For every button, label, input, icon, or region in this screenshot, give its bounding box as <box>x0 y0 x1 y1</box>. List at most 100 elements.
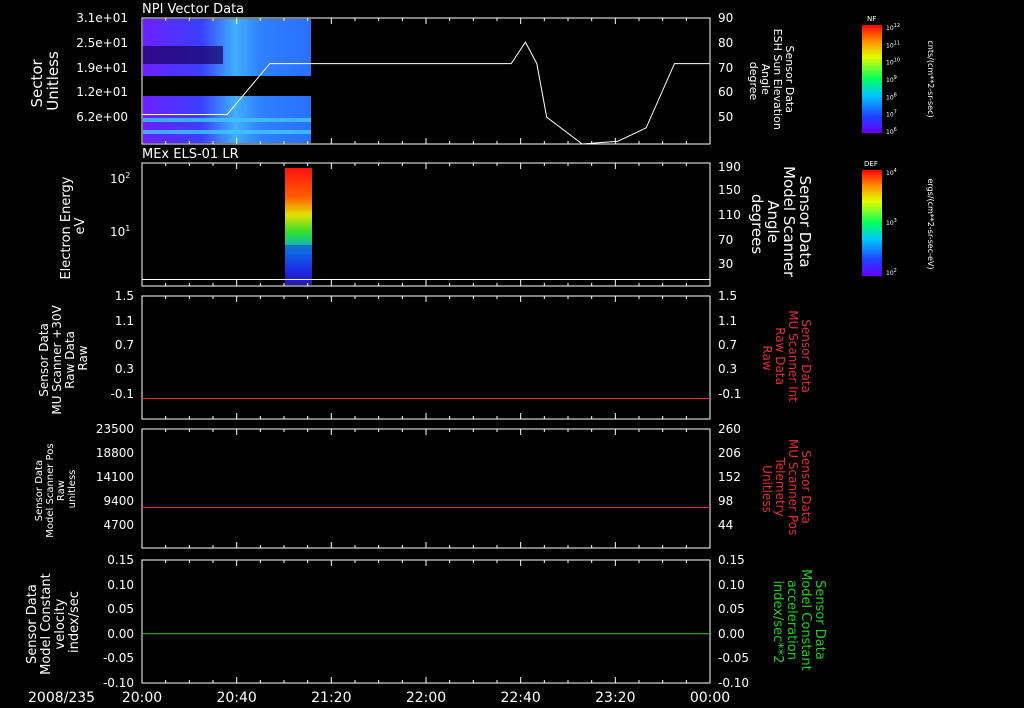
colorbar-title: NF <box>867 15 876 23</box>
label-line: MU Scanner +30V <box>50 304 64 414</box>
tick-label: 0.3 <box>718 362 737 376</box>
label-line: Sensor Data <box>34 460 45 521</box>
label-line: Raw <box>56 480 67 501</box>
left-tick-label: 3.1e+01 <box>76 11 128 25</box>
tick-label: 0.15 <box>107 553 134 567</box>
left-tick-label: 6.2e+00 <box>76 110 128 124</box>
label-line: index/sec**2 <box>770 580 785 663</box>
npi-gap <box>143 76 311 96</box>
tick-label: 0.05 <box>107 602 134 616</box>
npi-band-lower-stripe <box>143 130 311 134</box>
tick-label: 60 <box>718 85 733 99</box>
tick-label: 1.9e+01 <box>76 61 128 75</box>
label-line: Sensor Data <box>37 323 51 397</box>
tick-label: 30 <box>718 257 733 271</box>
tick-label: -0.05 <box>103 651 134 665</box>
tick-label: 190 <box>718 160 741 174</box>
tick-label: 80 <box>718 36 733 50</box>
tick-label: 0.00 <box>107 627 134 641</box>
tick-label: 0.7 <box>718 338 737 352</box>
tick-label: 0.00 <box>718 627 745 641</box>
time-tick-label: 21:20 <box>311 690 351 706</box>
tick-label: 1.5 <box>718 289 737 303</box>
tick-label: 4700 <box>103 518 134 532</box>
tick-label: 6.2e+00 <box>76 110 128 124</box>
colorbar-nf-bar <box>862 25 882 133</box>
tick-label: 0.10 <box>718 578 745 592</box>
tick-label: -0.1 <box>718 387 741 401</box>
label-line: degrees <box>748 194 766 255</box>
tick-exponent: 2 <box>125 171 130 180</box>
tick-label: -0.05 <box>718 651 749 665</box>
tick-label: 14100 <box>96 470 134 484</box>
tick-label: 3.1e+01 <box>76 11 128 25</box>
time-tick-label: 22:00 <box>406 690 446 706</box>
time-tick-label: 20:40 <box>216 690 256 706</box>
label-line: Sensor Data <box>799 319 813 393</box>
time-tick-label: 22:40 <box>500 690 540 706</box>
tick-label: 44 <box>718 518 733 532</box>
tick-label: 1.1 <box>115 314 134 328</box>
label-line: Electron Energy <box>59 176 74 279</box>
label-line: Sensor Data <box>25 584 40 664</box>
label-line: Raw <box>760 345 774 370</box>
time-tick-label: 00:00 <box>690 690 730 706</box>
tick-label: 50 <box>718 110 733 124</box>
panel-title: MEx ELS-01 LR <box>142 147 239 162</box>
label-line: Unitless <box>760 465 774 513</box>
npi-band-upper-dark <box>143 46 223 64</box>
els-spectrogram <box>285 168 312 285</box>
label-line: Raw Data <box>773 327 787 385</box>
label-line: Sensor Data <box>799 450 813 524</box>
tick-label: 1.5 <box>115 289 134 303</box>
colorbar-unit: cnts/(cm**2-sr-sec) <box>926 40 935 117</box>
label-line: unitless <box>67 470 78 509</box>
left-tick-label: 1.2e+01 <box>76 85 128 99</box>
label-line: index/sec <box>67 591 82 653</box>
panel-title: NPI Vector Data <box>142 2 244 17</box>
label-line: Telemetry <box>773 456 787 516</box>
left-axis-label: Sector Unitless <box>28 51 62 111</box>
left-tick-label: 2.5e+01 <box>76 36 128 50</box>
npi-band-lower-stripe <box>143 118 311 122</box>
label-line: eV <box>73 217 88 234</box>
tick-label: 70 <box>718 61 733 75</box>
tick-label: 260 <box>718 422 741 436</box>
colorbar-title: DEF <box>864 160 878 168</box>
tick-label: 0.10 <box>107 578 134 592</box>
label-line: Model Constant <box>798 569 813 671</box>
left-tick-label: 1.9e+01 <box>76 61 128 75</box>
tick-label: 0.15 <box>718 553 745 567</box>
date-label: 2008/235 <box>28 690 95 706</box>
time-tick-label: 23:20 <box>595 690 635 706</box>
colorbar-def-bar <box>862 170 882 276</box>
tick-label: 9400 <box>103 494 134 508</box>
label-line: Model Constant <box>39 573 54 675</box>
tick-base: 10 <box>110 225 125 239</box>
label-line: MU Scanner Pos <box>786 439 800 535</box>
tick-label: 98 <box>718 494 733 508</box>
label-line: Model Scanner Pos <box>45 443 56 537</box>
tick-label: 110 <box>718 208 741 222</box>
tick-exponent: 1 <box>125 224 130 233</box>
multi-panel-plot: NPI Vector Data 3.1e+01 2.5e+01 1.9e+01 … <box>0 0 1024 708</box>
tick-label: 1.1 <box>718 314 737 328</box>
time-tick-label: 20:00 <box>122 690 162 706</box>
tick-label: 0.3 <box>115 362 134 376</box>
label-line: velocity <box>53 598 68 649</box>
label-line: Unitless <box>44 51 62 111</box>
npi-spectrogram <box>143 19 311 143</box>
label-line: Sensor Data <box>812 580 827 660</box>
tick-base: 10 <box>110 172 125 186</box>
colorbar-unit: ergs/(cm**2-sr-sec-eV) <box>926 178 935 269</box>
tick-label: 70 <box>718 233 733 247</box>
tick-label: 23500 <box>96 422 134 436</box>
tick-label: 18800 <box>96 446 134 460</box>
label-line: MU Scanner Int <box>786 310 800 402</box>
tick-label: 0.05 <box>718 602 745 616</box>
tick-label: 152 <box>718 470 741 484</box>
tick-label: -0.10 <box>103 676 134 690</box>
tick-label: 1.2e+01 <box>76 85 128 99</box>
tick-label: 150 <box>718 183 741 197</box>
tick-label: -0.10 <box>718 676 749 690</box>
